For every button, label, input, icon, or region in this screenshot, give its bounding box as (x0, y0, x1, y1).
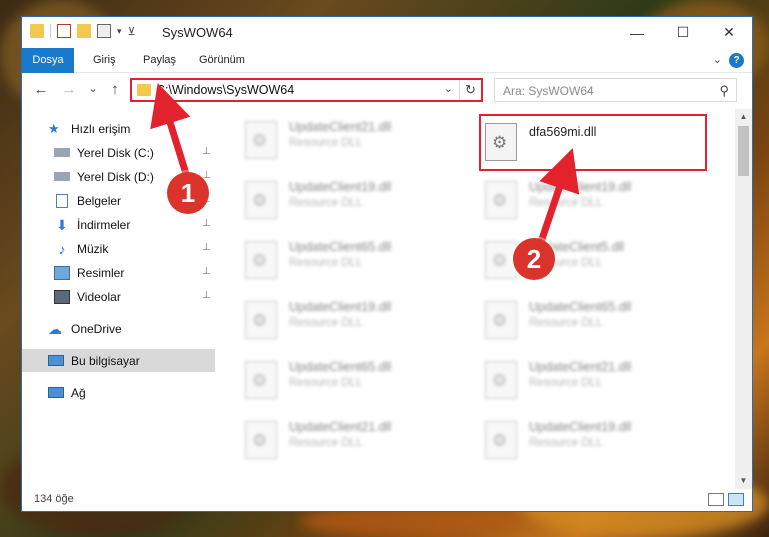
step-2-badge: 2 (513, 238, 555, 280)
step-1-badge: 1 (167, 172, 209, 214)
arrow-to-address-bar (150, 82, 192, 182)
annotation-arrows (150, 82, 580, 247)
arrow-to-target-file (536, 148, 580, 247)
